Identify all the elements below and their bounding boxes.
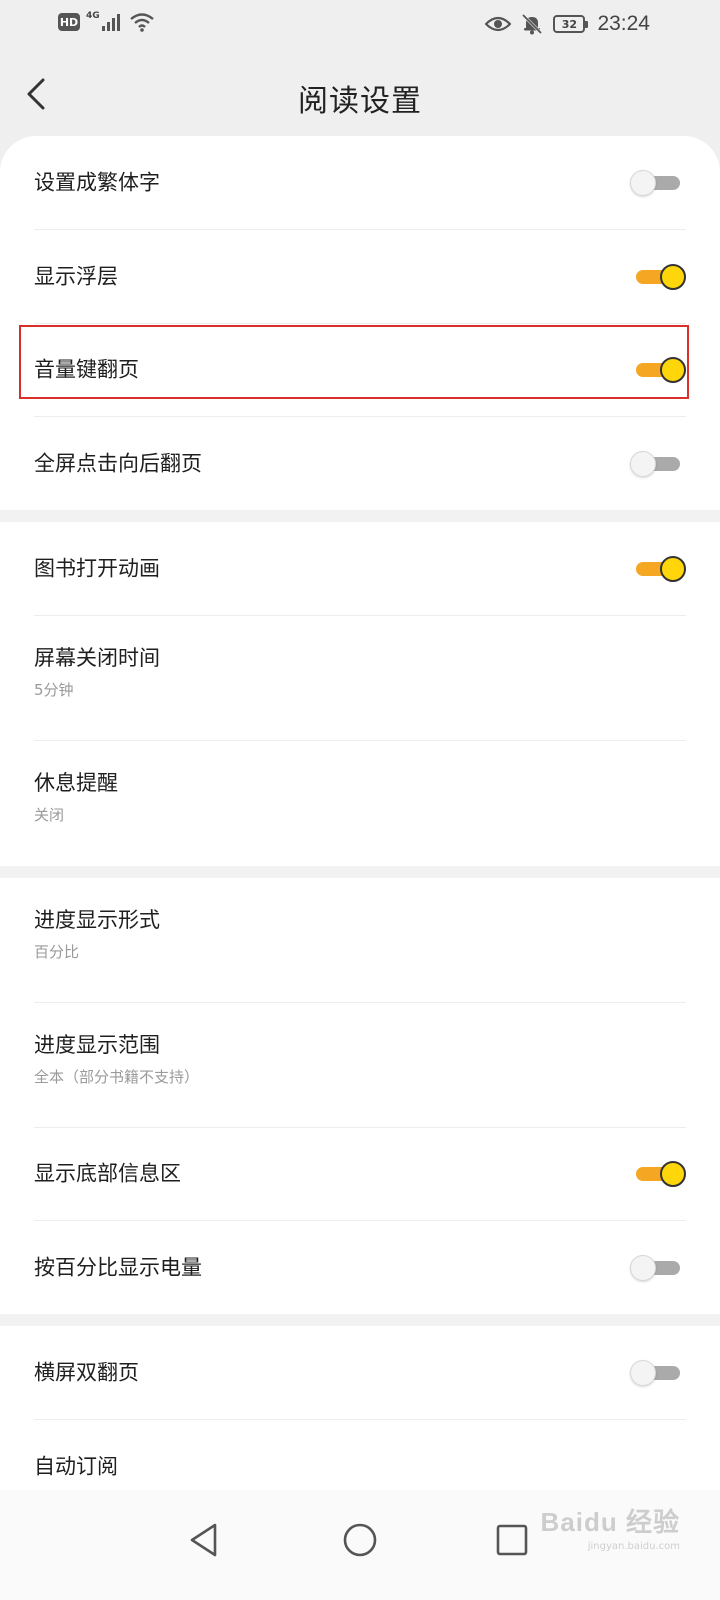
- setting-show-overlay[interactable]: 显示浮层: [34, 230, 686, 324]
- toggle-knob: [660, 1161, 686, 1187]
- setting-progress-format[interactable]: 进度显示形式 百分比: [34, 878, 686, 1003]
- eye-icon: [485, 16, 512, 32]
- watermark-logo: Baidu 经验: [540, 1507, 680, 1537]
- battery-indicator: 32: [553, 15, 589, 33]
- show-bottom-info-toggle[interactable]: [630, 1159, 686, 1189]
- nav-back-button[interactable]: [172, 1508, 236, 1572]
- book-open-anim-toggle[interactable]: [630, 554, 686, 584]
- nav-home-button[interactable]: [328, 1508, 392, 1572]
- landscape-double-toggle[interactable]: [630, 1358, 686, 1388]
- toggle-knob: [630, 1359, 656, 1386]
- baidu-jingyan-watermark: Baidu 经验 jingyan.baidu.com: [541, 1502, 680, 1552]
- reading-settings-screen: HD 4G 32 23:24 阅读设置 设置成繁体字 显示浮层 音量键翻页 全屏…: [0, 0, 720, 1600]
- square-recents-icon: [496, 1524, 528, 1556]
- setting-landscape-double[interactable]: 横屏双翻页: [34, 1326, 686, 1420]
- section-divider: [0, 866, 720, 878]
- triangle-back-icon: [190, 1523, 217, 1557]
- status-left: HD 4G: [58, 11, 155, 32]
- status-right: 32 23:24: [485, 12, 650, 36]
- circle-home-icon: [343, 1523, 377, 1557]
- setting-progress-range[interactable]: 进度显示范围 全本（部分书籍不支持）: [34, 1003, 686, 1128]
- setting-label: 显示底部信息区: [34, 1161, 181, 1186]
- setting-value: 5分钟: [34, 681, 74, 700]
- setting-label: 音量键翻页: [34, 357, 139, 382]
- app-header: 阅读设置: [0, 60, 720, 130]
- setting-label: 屏幕关闭时间: [34, 646, 160, 670]
- watermark-url: jingyan.baidu.com: [587, 1541, 680, 1552]
- battery-percent-toggle[interactable]: [630, 1253, 686, 1283]
- toggle-knob: [630, 450, 656, 477]
- setting-label: 图书打开动画: [34, 555, 160, 580]
- status-bar: HD 4G 32 23:24: [0, 0, 720, 52]
- setting-screen-off-time[interactable]: 屏幕关闭时间 5分钟: [34, 616, 686, 741]
- setting-text: 休息提醒 关闭: [34, 771, 118, 825]
- setting-label: 进度显示形式: [34, 908, 160, 932]
- toggle-knob: [660, 555, 686, 582]
- toggle-knob: [630, 1254, 656, 1281]
- setting-traditional-chinese[interactable]: 设置成繁体字: [34, 136, 686, 230]
- setting-rest-reminder[interactable]: 休息提醒 关闭: [34, 741, 686, 866]
- setting-text: 进度显示形式 百分比: [34, 908, 160, 962]
- status-time: 23:24: [597, 12, 650, 35]
- setting-label: 进度显示范围: [34, 1033, 160, 1057]
- setting-value: 全本（部分书籍不支持）: [34, 1068, 200, 1087]
- toggle-knob: [660, 357, 686, 383]
- system-nav-bar: Baidu 经验 jingyan.baidu.com: [0, 1490, 720, 1600]
- signal-bars-icon: [101, 14, 120, 31]
- setting-value: 百分比: [34, 943, 80, 962]
- setting-label: 按百分比显示电量: [34, 1254, 202, 1279]
- setting-text: 进度显示范围 全本（部分书籍不支持）: [34, 1033, 199, 1087]
- nav-recents-button[interactable]: [480, 1508, 544, 1572]
- wifi-icon: [129, 13, 154, 32]
- setting-label: 显示浮层: [34, 263, 118, 288]
- hd-badge: HD: [58, 13, 80, 31]
- toggle-knob: [630, 169, 656, 196]
- traditional-chinese-toggle[interactable]: [630, 168, 686, 198]
- setting-label: 全屏点击向后翻页: [34, 450, 202, 475]
- setting-label: 横屏双翻页: [34, 1359, 139, 1384]
- toggle-knob: [660, 263, 686, 290]
- show-overlay-toggle[interactable]: [630, 262, 686, 292]
- setting-book-open-anim[interactable]: 图书打开动画: [34, 522, 686, 616]
- network-type: 4G: [86, 11, 100, 21]
- setting-label: 休息提醒: [34, 771, 118, 795]
- setting-show-bottom-info[interactable]: 显示底部信息区: [34, 1128, 686, 1221]
- section-divider: [0, 1314, 720, 1326]
- setting-text: 屏幕关闭时间 5分钟: [34, 646, 160, 700]
- setting-label: 设置成繁体字: [34, 169, 160, 194]
- setting-value: 关闭: [34, 806, 65, 825]
- setting-battery-percent[interactable]: 按百分比显示电量: [34, 1221, 686, 1314]
- setting-volume-key-page[interactable]: 音量键翻页: [34, 324, 686, 417]
- section-divider: [0, 510, 720, 522]
- setting-fullscreen-tap[interactable]: 全屏点击向后翻页: [34, 417, 686, 510]
- bell-off-icon: [522, 13, 543, 35]
- setting-label: 自动订阅: [34, 1454, 118, 1479]
- fullscreen-tap-toggle[interactable]: [630, 449, 686, 479]
- settings-list: 设置成繁体字 显示浮层 音量键翻页 全屏点击向后翻页 图书打开动画 屏幕关闭时间…: [0, 136, 720, 1511]
- volume-key-page-toggle[interactable]: [630, 355, 686, 385]
- page-title: 阅读设置: [298, 84, 422, 119]
